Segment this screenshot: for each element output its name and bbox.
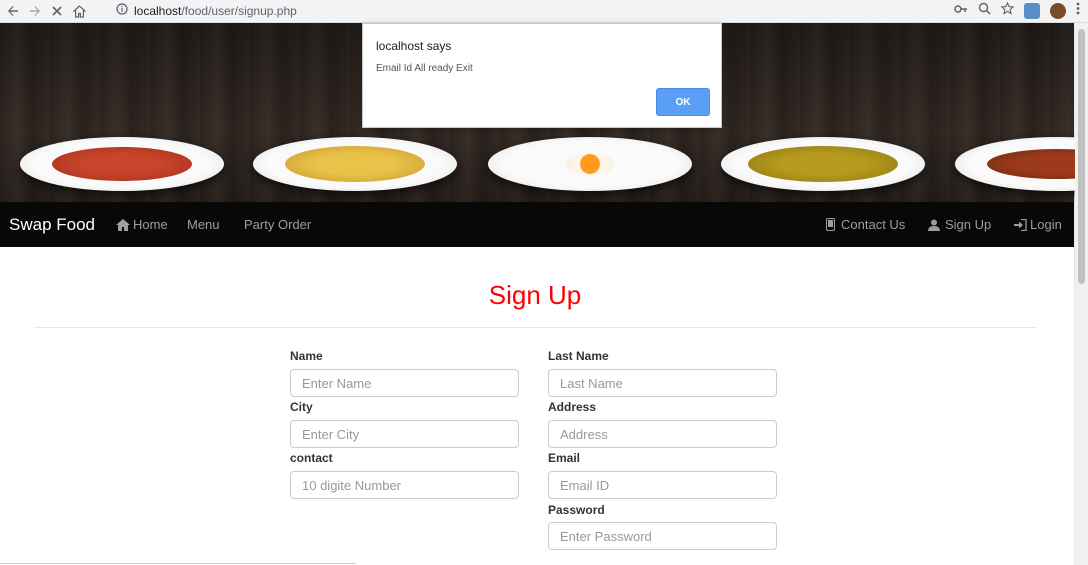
nav-login-label: Login	[1030, 217, 1062, 232]
address-bar[interactable]: localhost/food/user/signup.php	[116, 3, 297, 18]
email-label: Email	[548, 451, 581, 465]
city-input[interactable]	[290, 420, 519, 448]
nav-contact-us[interactable]: Contact Us	[826, 217, 905, 232]
url-host: localhost	[134, 3, 182, 18]
browser-toolbar: localhost/food/user/signup.php	[0, 0, 1088, 23]
nav-login[interactable]: Login	[1014, 217, 1062, 232]
extension-icon[interactable]	[1024, 3, 1040, 19]
nav-sign-up-label: Sign Up	[945, 217, 992, 232]
last-name-input[interactable]	[548, 369, 777, 397]
plate-noodles-image	[253, 137, 457, 191]
forward-icon[interactable]	[24, 0, 46, 22]
alert-dialog: localhost says Email Id All ready Exit O…	[362, 23, 722, 128]
stop-loading-icon[interactable]	[46, 0, 68, 22]
key-icon[interactable]	[954, 2, 968, 20]
scrollbar-thumb[interactable]	[1078, 29, 1085, 284]
alert-title: localhost says	[376, 39, 452, 53]
phone-icon	[826, 218, 835, 231]
nav-home[interactable]: Home	[116, 217, 168, 232]
contact-input[interactable]	[290, 471, 519, 499]
url-path: /food/user/signup.php	[181, 3, 297, 18]
password-input[interactable]	[548, 522, 777, 550]
address-input[interactable]	[548, 420, 777, 448]
nav-contact-us-label: Contact Us	[841, 217, 906, 232]
menu-kebab-icon[interactable]	[1076, 2, 1080, 20]
nav-menu-label: Menu	[187, 217, 220, 232]
bottom-divider	[0, 563, 356, 564]
city-label: City	[290, 400, 313, 414]
title-divider	[34, 327, 1036, 328]
page-scrollbar[interactable]	[1074, 23, 1088, 565]
plate-curry-image	[721, 137, 925, 191]
nav-sign-up[interactable]: Sign Up	[928, 217, 991, 232]
user-icon	[928, 219, 940, 231]
home-icon[interactable]	[68, 0, 90, 22]
bookmark-star-icon[interactable]	[1000, 1, 1015, 20]
zoom-icon[interactable]	[978, 2, 991, 20]
password-label: Password	[548, 503, 605, 517]
nav-party-order-label: Party Order	[244, 217, 312, 232]
back-icon[interactable]	[2, 0, 24, 22]
name-input[interactable]	[290, 369, 519, 397]
plate-meat-image	[955, 137, 1075, 191]
home-icon	[116, 218, 130, 231]
email-input[interactable]	[548, 471, 777, 499]
contact-label: contact	[290, 451, 333, 465]
last-name-label: Last Name	[548, 349, 609, 363]
address-label: Address	[548, 400, 597, 414]
alert-ok-button[interactable]: OK	[656, 88, 710, 116]
info-icon	[116, 3, 128, 18]
name-label: Name	[290, 349, 323, 363]
login-icon	[1014, 218, 1027, 231]
profile-avatar[interactable]	[1050, 3, 1066, 19]
page-title: Sign Up	[488, 280, 582, 310]
plate-soup-image	[20, 137, 224, 191]
alert-message: Email Id All ready Exit	[376, 63, 473, 74]
nav-home-label: Home	[133, 217, 168, 232]
nav-menu[interactable]: Menu	[187, 217, 220, 232]
brand-link[interactable]: Swap Food	[9, 215, 95, 235]
main-navbar: Swap Food Home Menu Party Order Contact …	[0, 202, 1075, 247]
plate-egg-image	[488, 137, 692, 191]
nav-party-order[interactable]: Party Order	[244, 217, 311, 232]
